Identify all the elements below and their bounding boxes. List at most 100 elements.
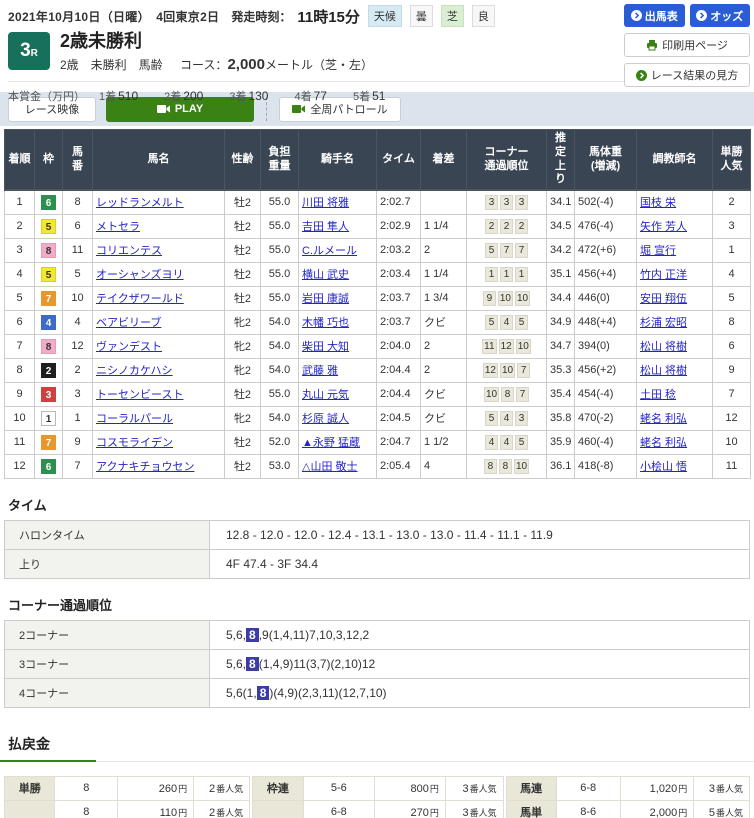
payout-amount: 260円 (117, 775, 195, 801)
trainer-cell: 矢作 芳人 (636, 213, 713, 239)
finish-position: 8 (4, 357, 35, 383)
horse-name-link[interactable]: テイクザワールド (96, 293, 184, 305)
trainer-name-link[interactable]: 小桧山 悟 (640, 461, 687, 473)
sex-age: 牝2 (224, 357, 261, 383)
trainer-name-link[interactable]: 土田 稔 (640, 389, 676, 401)
results-column-header-line: 番 (72, 159, 83, 172)
corner-positions: 9 10 10 (466, 285, 547, 311)
last-3f: 34.7 (546, 333, 575, 359)
jockey-name-link[interactable]: 木幡 巧也 (302, 317, 349, 329)
results-column-header-line: 着差 (432, 152, 455, 165)
results-column-header: 着順 (4, 129, 35, 191)
frame-number: 6 (41, 194, 56, 210)
odds-button[interactable]: オッズ (689, 4, 750, 27)
horse-name-cell: コリエンテス (92, 237, 225, 263)
horse-number: 8 (62, 189, 93, 215)
play-button-label: PLAY (174, 103, 204, 115)
horse-number: 12 (62, 333, 93, 359)
jockey-name-link[interactable]: C.ルメール (302, 245, 357, 257)
trainer-name-link[interactable]: 竹内 正洋 (640, 269, 687, 281)
entries-button[interactable]: 出馬表 (624, 4, 685, 27)
horse-name-link[interactable]: トーセンビースト (96, 389, 183, 401)
jockey-name-link[interactable]: 柴田 大知 (302, 341, 349, 353)
win-favorite-rank: 11 (712, 453, 751, 479)
howto-read-button[interactable]: レース結果の見方 (624, 63, 750, 87)
weather-label-badge: 天候 (367, 5, 402, 27)
printer-icon (647, 40, 658, 51)
trainer-name-link[interactable]: 安田 翔伍 (640, 293, 687, 305)
jockey-name-link[interactable]: 川田 将雅 (302, 197, 349, 209)
trainer-name-link[interactable]: 蛯名 利弘 (640, 413, 687, 425)
win-favorite-rank: 12 (712, 405, 751, 431)
payout-favorite-unit: 番人気 (715, 783, 743, 794)
margin: クビ (420, 405, 467, 431)
jockey-name-link[interactable]: 丸山 元気 (302, 389, 349, 401)
results-column-header-line: 負担 (268, 145, 291, 158)
horse-name-link[interactable]: アクナキチョウセン (96, 461, 194, 473)
frame-number: 7 (41, 434, 56, 450)
jockey-name-link[interactable]: 岩田 康誠 (302, 293, 349, 305)
payout-amount-unit: 円 (429, 807, 439, 818)
carried-weight: 52.0 (260, 429, 299, 455)
horse-name-link[interactable]: コリエンテス (96, 245, 162, 257)
trainer-name-link[interactable]: 国枝 栄 (640, 197, 676, 209)
trainer-name-link[interactable]: 堀 宣行 (640, 245, 676, 257)
corner-positions: 445 (466, 429, 547, 455)
horse-name-cell: ベアビリーブ (92, 309, 225, 335)
corner-position-box: 1 (500, 266, 513, 282)
trainer-name-link[interactable]: 松山 将樹 (640, 341, 687, 353)
prize-item: 5着 51 (353, 88, 385, 104)
jockey-name-link[interactable]: 吉田 隼人 (302, 221, 349, 233)
carried-weight: 55.0 (260, 189, 299, 215)
results-column-header: タイム (376, 129, 421, 191)
horse-name-link[interactable]: メトセラ (96, 221, 140, 233)
horse-name-link[interactable]: ニシノカケハシ (96, 365, 173, 377)
margin: クビ (420, 381, 467, 407)
prize-label: 本賞金（万円） (8, 90, 85, 103)
payout-amount-value: 2,000 (649, 806, 678, 818)
bet-type: 馬単 (505, 799, 557, 818)
trainer-name-link[interactable]: 蛯名 利弘 (640, 437, 687, 449)
trainer-name-link[interactable]: 杉浦 宏昭 (640, 317, 687, 329)
jockey-name-link[interactable]: ▲永野 猛蔵 (302, 437, 360, 449)
jockey-cell: 武藤 雅 (298, 357, 377, 383)
results-column-header-line: 単勝 (720, 145, 743, 158)
win-favorite-rank: 6 (712, 333, 751, 359)
corner-table: 2コーナー 5,6, 8,9(1,4,11)7,10,3,12,2 3コーナー 5,6,… (4, 619, 750, 708)
corner-position-box: 3 (515, 194, 528, 210)
corner-position-box: 7 (515, 242, 528, 258)
horse-name-link[interactable]: コスモライデン (96, 437, 173, 449)
trainer-name-link[interactable]: 松山 将樹 (640, 365, 687, 377)
jockey-name-link[interactable]: 武藤 雅 (302, 365, 338, 377)
time-row-value: 12.8 - 12.0 - 12.0 - 12.4 - 13.1 - 13.0 … (209, 519, 750, 550)
horse-name-link[interactable]: レッドランメルト (96, 197, 184, 209)
horse-name-cell: レッドランメルト (92, 189, 225, 215)
circle-arrow-icon (696, 10, 708, 21)
finish-time: 2:04.0 (376, 333, 421, 359)
jockey-name-link[interactable]: 横山 武史 (302, 269, 349, 281)
horse-name-link[interactable]: ヴァンデスト (96, 341, 162, 353)
corner-winner-highlight: 8 (246, 627, 259, 642)
horse-weight: 502(-4) (574, 189, 637, 215)
sex-age: 牝2 (224, 405, 261, 431)
finish-time: 2:02.9 (376, 213, 421, 239)
race-conditions: 2歳 未勝利 馬齢 コース：2,000メートル（芝・左） (60, 56, 373, 73)
horse-name-link[interactable]: コーラルパール (96, 413, 173, 425)
trainer-name-link[interactable]: 矢作 芳人 (640, 221, 687, 233)
finish-time: 2:03.7 (376, 285, 421, 311)
horse-name-link[interactable]: オーシャンズヨリ (96, 269, 184, 281)
frame-cell: 7 (34, 285, 63, 311)
print-page-button[interactable]: 印刷用ページ (624, 33, 750, 57)
carried-weight: 55.0 (260, 213, 299, 239)
jockey-cell: 柴田 大知 (298, 333, 377, 359)
jockey-name-link[interactable]: 杉原 誠人 (302, 413, 349, 425)
results-column-header: 推定上り (546, 129, 575, 191)
horse-name-link[interactable]: ベアビリーブ (96, 317, 161, 329)
table-row: 3 8 11 コリエンテス 牡2 55.0 C.ルメール 2:03.2 2 5 7 7 34.2 472(… (4, 237, 751, 263)
results-column-header: 着差 (420, 129, 467, 191)
payout-favorite: 5番人気 (693, 799, 750, 818)
results-table-header: 着順枠馬番馬名 性齢 負担 重量 騎手名 タイム 着差 コーナー 通過順位推定上り馬体重 (増減)… (4, 129, 751, 191)
jockey-name-link[interactable]: △山田 敬士 (302, 461, 358, 473)
payout-favorite-value: 3 (462, 782, 469, 795)
corner-position-box: 12 (482, 362, 498, 378)
